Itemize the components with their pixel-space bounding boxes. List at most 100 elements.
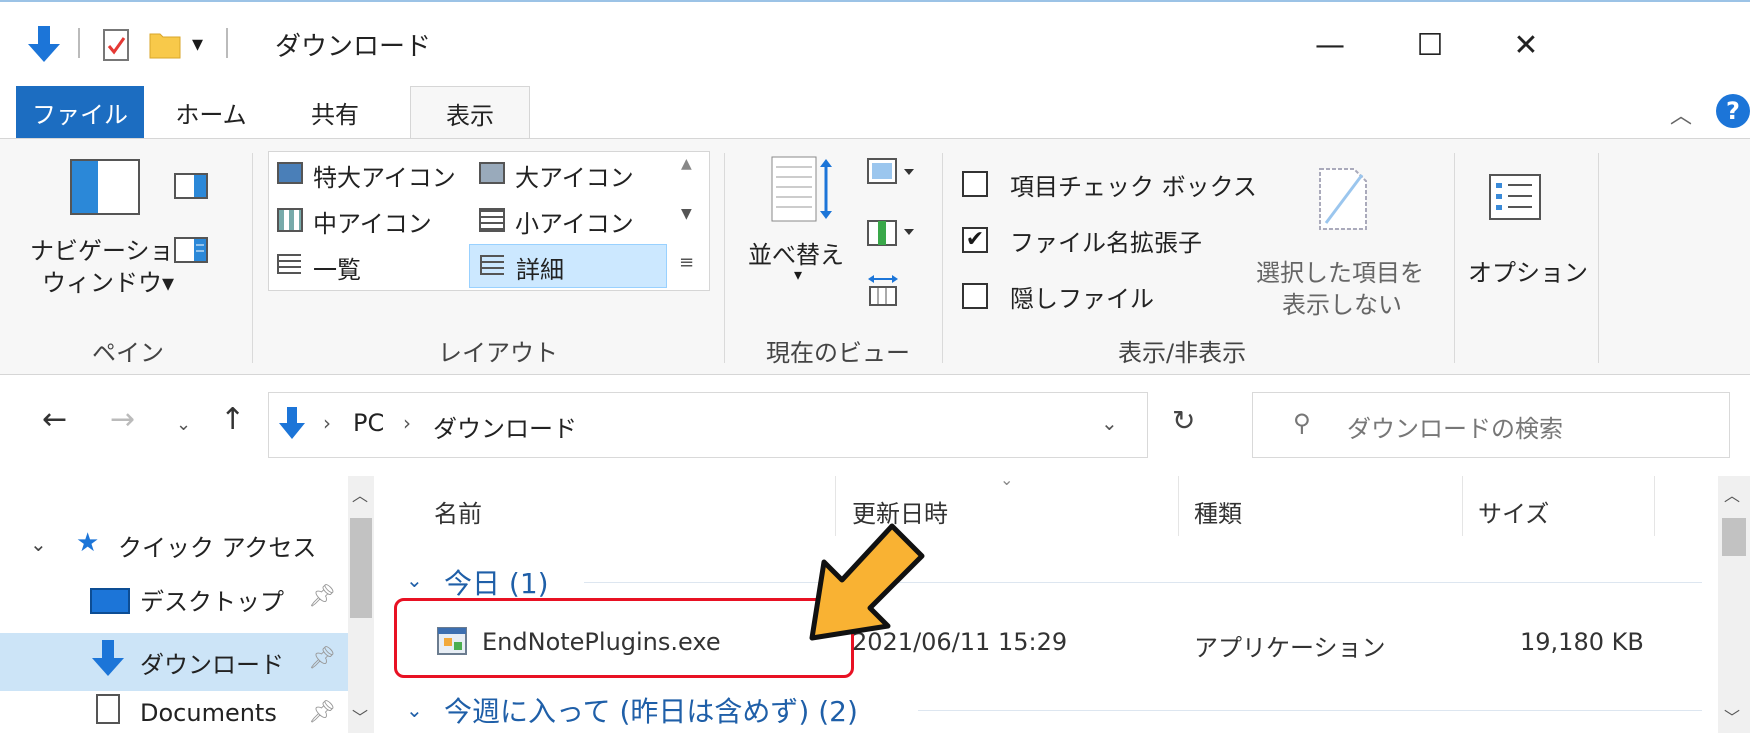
pointer-arrow-icon bbox=[800, 520, 930, 654]
close-button[interactable]: ✕ bbox=[1496, 20, 1556, 70]
sort-by-icon[interactable] bbox=[770, 155, 836, 231]
sort-dropdown-icon[interactable]: ▾ bbox=[794, 265, 802, 284]
scroll-up-icon[interactable]: ︿ bbox=[1724, 482, 1740, 506]
column-separator[interactable] bbox=[1178, 476, 1179, 536]
hidden-items-label[interactable]: 隠しファイル bbox=[1010, 279, 1154, 314]
group-header-today[interactable]: 今日 (1) bbox=[444, 562, 549, 602]
list-icon bbox=[277, 254, 301, 274]
qat-separator bbox=[226, 28, 228, 58]
minimize-button[interactable]: — bbox=[1300, 20, 1360, 70]
group-current-view-label: 現在のビュー bbox=[766, 339, 910, 367]
options-button[interactable]: オプション bbox=[1468, 253, 1588, 288]
group-by-icon[interactable] bbox=[866, 157, 916, 191]
list-scroll-thumb[interactable] bbox=[1722, 518, 1746, 556]
layout-list[interactable]: 一覧 bbox=[313, 250, 361, 285]
group-collapse-icon[interactable]: ⌄ bbox=[406, 698, 423, 722]
qat-dropdown-icon[interactable]: ▾ bbox=[192, 32, 203, 57]
tab-view[interactable]: 表示 bbox=[410, 86, 530, 140]
gallery-scroll-up-icon[interactable]: ▲ bbox=[681, 156, 692, 172]
pin-icon[interactable]: 📌︎ bbox=[308, 584, 336, 609]
new-folder-icon[interactable] bbox=[148, 28, 182, 64]
breadcrumb-downloads[interactable]: ダウンロード bbox=[433, 409, 577, 444]
add-columns-icon[interactable] bbox=[866, 217, 916, 253]
nav-desktop[interactable]: デスクトップ bbox=[140, 574, 284, 624]
scroll-down-icon[interactable]: ﹀ bbox=[352, 704, 368, 728]
breadcrumb-pc[interactable]: PC bbox=[353, 409, 384, 437]
nav-quick-access[interactable]: クイック アクセス bbox=[118, 520, 316, 570]
hidden-items-checkbox[interactable] bbox=[962, 283, 988, 309]
nav-scrollbar[interactable]: ︿ ﹀ bbox=[348, 476, 374, 733]
layout-gallery: 特大アイコン 大アイコン 中アイコン 小アイコン 一覧 詳細 ▲ ▼ ≡ bbox=[268, 151, 710, 291]
layout-details: 詳細 bbox=[516, 256, 564, 284]
nav-scroll-thumb[interactable] bbox=[350, 518, 372, 618]
column-header-name[interactable]: 名前 bbox=[434, 494, 482, 529]
details-pane-icon[interactable] bbox=[174, 237, 208, 267]
layout-extra-large-icons[interactable]: 特大アイコン bbox=[313, 158, 456, 193]
group-separator bbox=[724, 153, 725, 363]
group-collapse-icon[interactable]: ⌄ bbox=[406, 568, 423, 592]
medium-icons-icon bbox=[277, 208, 303, 232]
size-columns-icon[interactable] bbox=[866, 273, 900, 311]
column-header-size[interactable]: サイズ bbox=[1478, 494, 1549, 529]
group-header-this-week[interactable]: 今週に入って (昨日は含めず) (2) bbox=[444, 690, 858, 730]
scroll-down-icon[interactable]: ﹀ bbox=[1724, 704, 1740, 728]
nav-downloads[interactable]: ダウンロード bbox=[140, 637, 284, 687]
navigation-pane-dropdown[interactable]: ウィンドウ▾ bbox=[42, 263, 174, 298]
hide-selected-label-1[interactable]: 選択した項目を bbox=[1256, 253, 1424, 288]
navigation-pane-label[interactable]: ナビゲーション bbox=[30, 231, 198, 266]
group-separator bbox=[942, 153, 943, 363]
group-divider bbox=[584, 582, 1702, 583]
column-header-type[interactable]: 種類 bbox=[1194, 494, 1242, 529]
tab-file[interactable]: ファイル bbox=[16, 86, 144, 138]
file-extensions-label[interactable]: ファイル名拡張子 bbox=[1010, 223, 1202, 258]
group-separator bbox=[252, 153, 253, 363]
forward-button[interactable]: → bbox=[110, 402, 135, 437]
column-separator[interactable] bbox=[1462, 476, 1463, 536]
group-divider bbox=[918, 710, 1702, 711]
layout-large-icons[interactable]: 大アイコン bbox=[515, 158, 634, 193]
pin-icon[interactable]: 📌︎ bbox=[308, 646, 336, 671]
search-input[interactable]: ダウンロードの検索 bbox=[1347, 409, 1563, 444]
recent-locations-icon[interactable]: ⌄ bbox=[176, 414, 191, 435]
group-pane-label: ペイン bbox=[92, 339, 164, 367]
search-box[interactable]: ⚲ ダウンロードの検索 bbox=[1252, 392, 1730, 458]
layout-medium-icons[interactable]: 中アイコン bbox=[313, 204, 432, 239]
list-scrollbar[interactable]: ︿ ﹀ bbox=[1718, 476, 1750, 733]
back-button[interactable]: ← bbox=[42, 402, 67, 437]
navigation-pane-icon[interactable] bbox=[70, 159, 140, 219]
ribbon-view: ナビゲーション ウィンドウ▾ ペイン 特大アイコン 大アイコン 中アイコン 小ア… bbox=[0, 138, 1750, 375]
layout-small-icons[interactable]: 小アイコン bbox=[515, 204, 634, 239]
gallery-more-icon[interactable]: ≡ bbox=[679, 252, 694, 273]
title-bar: ▾ ダウンロード — ☐ ✕ bbox=[0, 0, 1750, 88]
expand-chevron-icon[interactable]: ⌄ bbox=[30, 532, 47, 556]
nav-documents[interactable]: Documents bbox=[140, 688, 277, 738]
maximize-button[interactable]: ☐ bbox=[1400, 20, 1460, 70]
breadcrumb-chevron-icon: › bbox=[403, 411, 411, 435]
gallery-scroll-down-icon[interactable]: ▼ bbox=[681, 206, 692, 222]
scroll-up-icon[interactable]: ︿ bbox=[352, 482, 368, 506]
properties-icon[interactable] bbox=[102, 28, 132, 66]
up-button[interactable]: ↑ bbox=[220, 402, 245, 437]
collapse-ribbon-icon[interactable]: ︿ bbox=[1670, 98, 1692, 130]
search-icon: ⚲ bbox=[1293, 409, 1311, 437]
address-dropdown-icon[interactable]: ⌄ bbox=[1101, 411, 1118, 435]
layout-details-selected[interactable]: 詳細 bbox=[469, 244, 667, 288]
download-location-icon bbox=[277, 405, 307, 447]
file-name[interactable]: EndNotePlugins.exe bbox=[482, 628, 721, 656]
tab-home[interactable]: ホーム bbox=[156, 86, 266, 138]
item-checkboxes-checkbox[interactable] bbox=[962, 171, 988, 197]
pin-icon[interactable]: 📌︎ bbox=[308, 700, 336, 725]
options-icon[interactable] bbox=[1488, 173, 1542, 225]
item-checkboxes-label[interactable]: 項目チェック ボックス bbox=[1010, 167, 1257, 202]
hide-selected-label-2[interactable]: 表示しない bbox=[1282, 285, 1402, 320]
column-separator[interactable] bbox=[1654, 476, 1655, 536]
preview-pane-icon[interactable] bbox=[174, 173, 208, 203]
help-icon[interactable]: ? bbox=[1716, 94, 1750, 128]
file-extensions-checkbox[interactable]: ✔ bbox=[962, 227, 988, 253]
hide-selected-icon[interactable] bbox=[1318, 167, 1368, 235]
address-bar[interactable]: › PC › ダウンロード ⌄ bbox=[268, 392, 1148, 458]
documents-icon bbox=[96, 694, 120, 724]
tab-share[interactable]: 共有 bbox=[280, 86, 390, 138]
refresh-icon[interactable]: ↻ bbox=[1172, 404, 1195, 437]
file-size: 19,180 KB bbox=[1520, 628, 1644, 656]
